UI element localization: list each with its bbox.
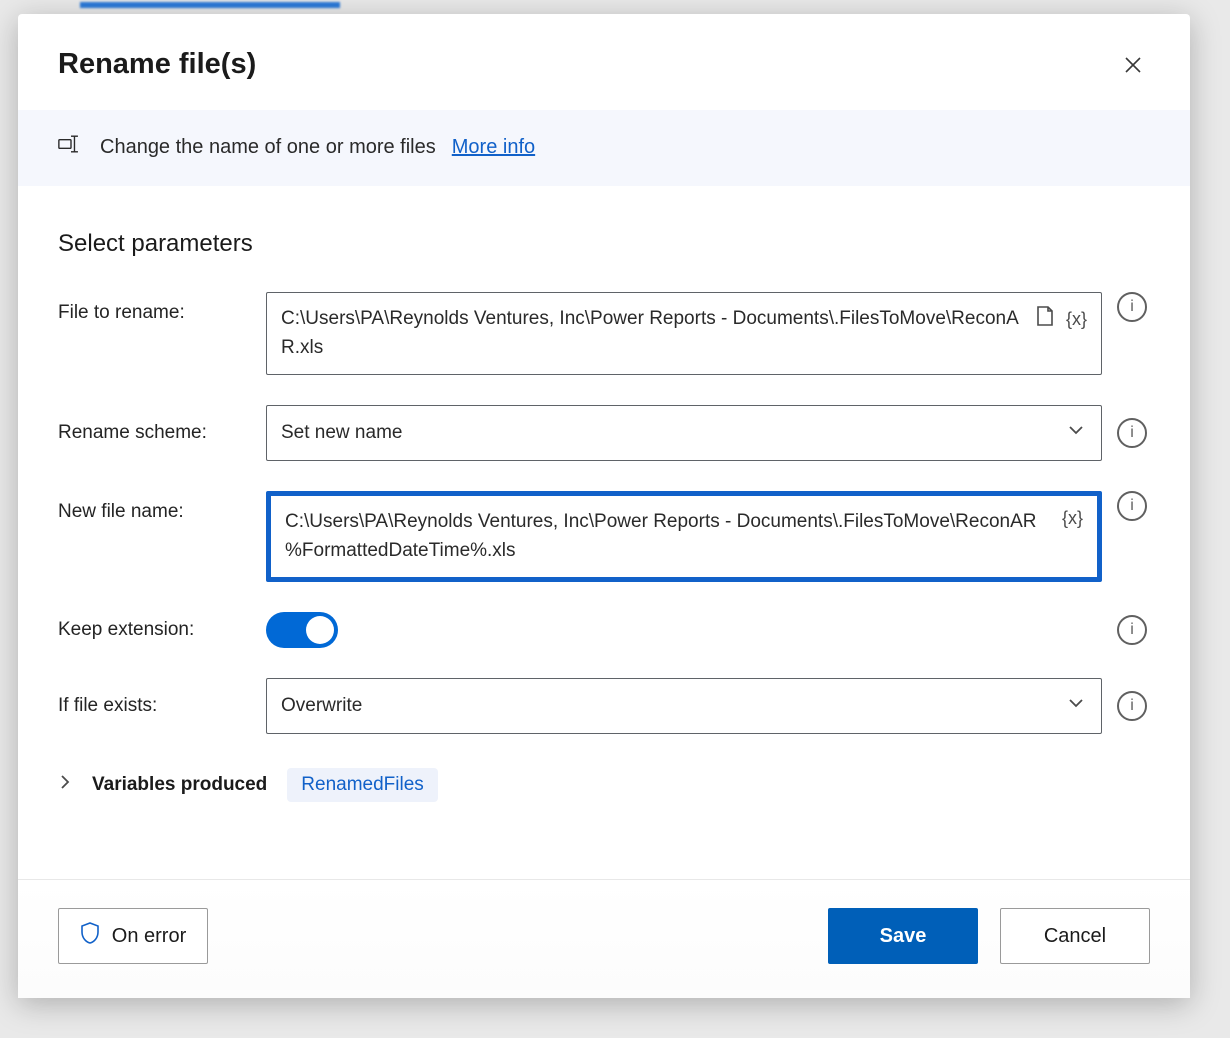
new-file-name-label: New file name:: [58, 491, 254, 523]
file-to-rename-input[interactable]: C:\Users\PA\Reynolds Ventures, Inc\Power…: [266, 292, 1102, 375]
section-title: Select parameters: [58, 230, 1150, 258]
if-file-exists-value: Overwrite: [281, 695, 1065, 717]
variables-produced-label: Variables produced: [92, 774, 267, 796]
if-file-exists-select[interactable]: Overwrite: [266, 678, 1102, 734]
keep-extension-label: Keep extension:: [58, 619, 254, 641]
variables-produced-section[interactable]: Variables produced RenamedFiles: [58, 768, 1150, 802]
rename-scheme-label: Rename scheme:: [58, 422, 254, 444]
cancel-button[interactable]: Cancel: [1000, 908, 1150, 964]
background-hint: [80, 2, 340, 8]
dialog-footer: On error Save Cancel: [18, 879, 1190, 998]
close-icon[interactable]: [1116, 48, 1150, 82]
file-to-rename-label: File to rename:: [58, 292, 254, 324]
chevron-right-icon: [58, 774, 72, 796]
toggle-knob: [306, 616, 334, 644]
on-error-button[interactable]: On error: [58, 908, 208, 964]
row-rename-scheme: Rename scheme: Set new name i: [58, 405, 1150, 461]
action-description-banner: Change the name of one or more files Mor…: [18, 110, 1190, 186]
banner-text: Change the name of one or more files: [100, 136, 436, 159]
file-to-rename-value: C:\Users\PA\Reynolds Ventures, Inc\Power…: [281, 305, 1024, 362]
select-file-icon[interactable]: [1034, 305, 1056, 333]
row-file-to-rename: File to rename: C:\Users\PA\Reynolds Ven…: [58, 292, 1150, 375]
insert-variable-icon[interactable]: {x}: [1066, 309, 1087, 330]
chevron-down-icon: [1065, 692, 1087, 720]
cancel-label: Cancel: [1044, 925, 1106, 948]
info-icon[interactable]: i: [1117, 615, 1147, 645]
more-info-link[interactable]: More info: [452, 136, 535, 159]
insert-variable-icon[interactable]: {x}: [1062, 508, 1083, 529]
on-error-label: On error: [112, 925, 186, 948]
info-icon[interactable]: i: [1117, 292, 1147, 322]
row-keep-extension: Keep extension: i: [58, 612, 1150, 648]
info-icon[interactable]: i: [1117, 491, 1147, 521]
variable-chip[interactable]: RenamedFiles: [287, 768, 438, 802]
save-label: Save: [880, 925, 927, 948]
rename-scheme-value: Set new name: [281, 422, 1065, 444]
if-file-exists-label: If file exists:: [58, 695, 254, 717]
dialog-title: Rename file(s): [58, 48, 256, 81]
new-file-name-input[interactable]: C:\Users\PA\Reynolds Ventures, Inc\Power…: [266, 491, 1102, 582]
dialog-body: Select parameters File to rename: C:\Use…: [18, 186, 1190, 824]
rename-files-dialog: Rename file(s) Change the name of one or…: [18, 14, 1190, 998]
info-icon[interactable]: i: [1117, 691, 1147, 721]
new-file-name-value: C:\Users\PA\Reynolds Ventures, Inc\Power…: [285, 508, 1052, 565]
rename-action-icon: [58, 134, 84, 160]
keep-extension-toggle[interactable]: [266, 612, 338, 648]
rename-scheme-select[interactable]: Set new name: [266, 405, 1102, 461]
info-icon[interactable]: i: [1117, 418, 1147, 448]
chevron-down-icon: [1065, 419, 1087, 447]
dialog-header: Rename file(s): [18, 14, 1190, 110]
save-button[interactable]: Save: [828, 908, 978, 964]
row-new-file-name: New file name: C:\Users\PA\Reynolds Vent…: [58, 491, 1150, 582]
shield-icon: [80, 921, 100, 951]
row-if-file-exists: If file exists: Overwrite i: [58, 678, 1150, 734]
